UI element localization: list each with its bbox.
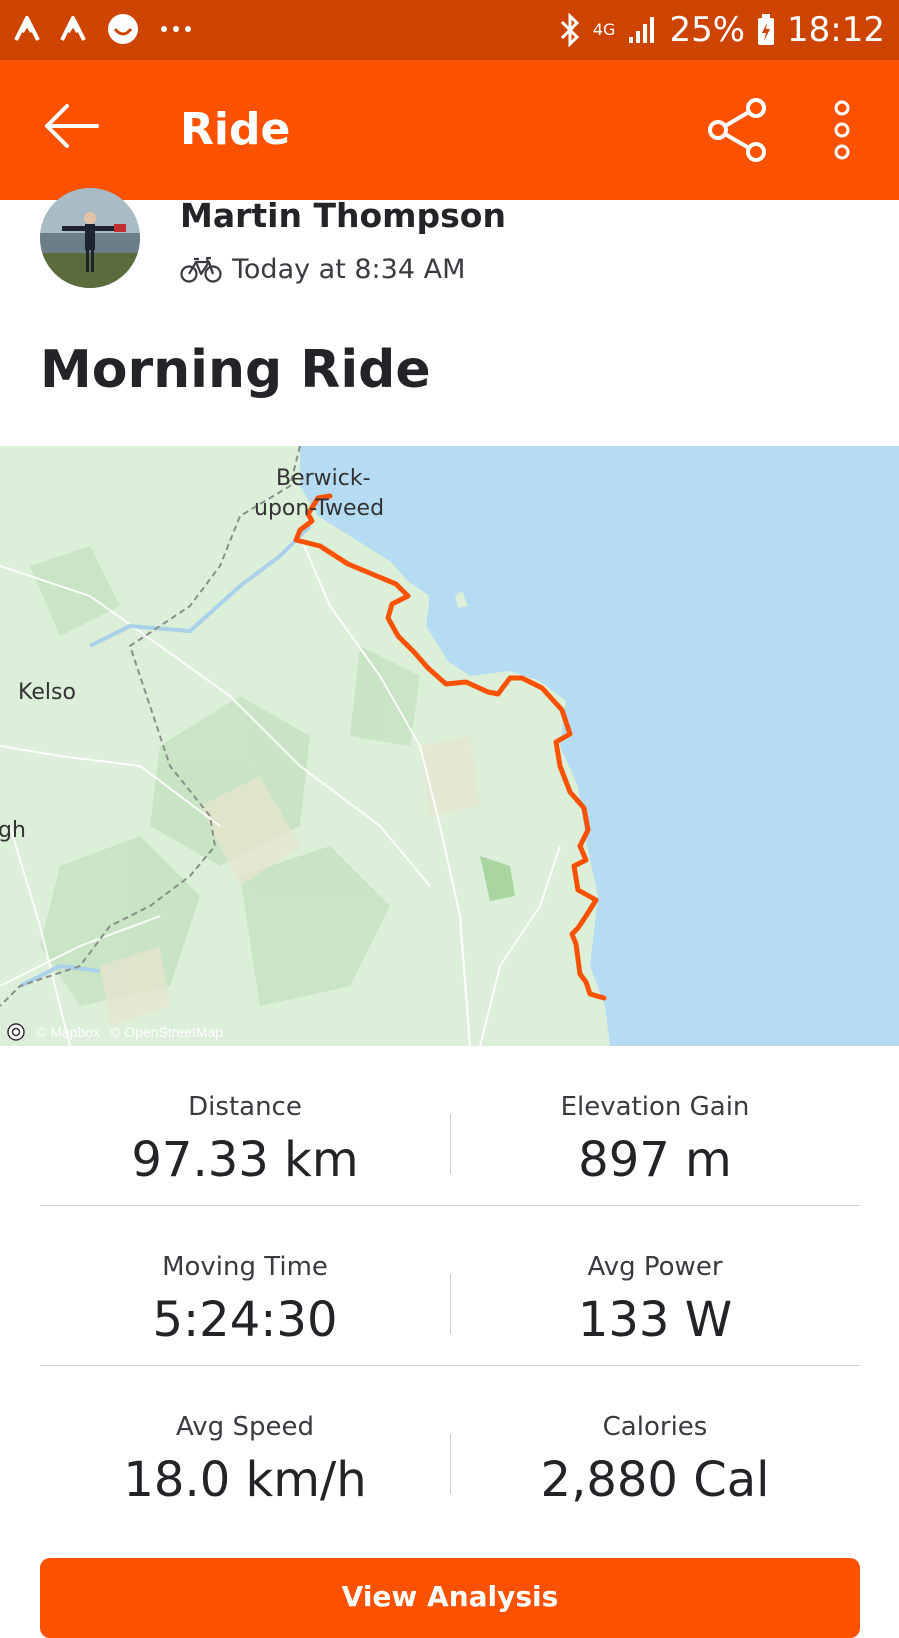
bicycle-icon [180, 256, 222, 283]
stat-moving-time: Moving Time 5:24:30 [40, 1252, 450, 1348]
mapbox-logo-icon [7, 1023, 25, 1041]
attribution-mapbox[interactable]: © Mapbox [36, 1024, 100, 1040]
stat-label: Avg Speed [176, 1412, 314, 1442]
app-bar: Ride [0, 60, 899, 200]
status-bar: 4G 25% 18:12 [0, 0, 899, 60]
stat-row: Distance 97.33 km Elevation Gain 897 m [40, 1046, 860, 1206]
share-button[interactable] [706, 98, 770, 162]
stat-value: 133 W [577, 1292, 733, 1348]
map-label-town: upon-Tweed [254, 496, 385, 521]
activity-timestamp: Today at 8:34 AM [232, 254, 466, 285]
avatar[interactable] [40, 188, 140, 288]
stat-label: Distance [188, 1092, 302, 1122]
stat-value: 2,880 Cal [540, 1452, 770, 1508]
stat-label: Avg Power [587, 1252, 723, 1282]
battery-percent: 25% [669, 10, 746, 50]
map-label-edge: gh [0, 818, 26, 843]
athlete-name[interactable]: Martin Thompson [180, 196, 506, 235]
activity-stats: Distance 97.33 km Elevation Gain 897 m M… [40, 1046, 860, 1526]
network-type: 4G [592, 20, 616, 39]
stat-elevation: Elevation Gain 897 m [450, 1092, 860, 1188]
bluetooth-icon [560, 13, 579, 47]
notification-icons [14, 12, 192, 46]
stat-avg-power: Avg Power 133 W [450, 1252, 860, 1348]
stat-value: 897 m [578, 1132, 732, 1188]
stat-value: 5:24:30 [152, 1292, 338, 1348]
strava-notification-icon [60, 16, 86, 41]
stat-row: Avg Speed 18.0 km/h Calories 2,880 Cal [40, 1366, 860, 1526]
map-label-town: Berwick- [276, 466, 371, 491]
share-icon [708, 98, 766, 162]
stat-row: Moving Time 5:24:30 Avg Power 133 W [40, 1206, 860, 1366]
view-analysis-button[interactable]: View Analysis [40, 1558, 860, 1638]
smiley-icon [108, 14, 138, 44]
stat-calories: Calories 2,880 Cal [450, 1412, 860, 1508]
stat-label: Elevation Gain [560, 1092, 750, 1122]
map-label-kelso: Kelso [18, 680, 76, 705]
stat-distance: Distance 97.33 km [40, 1092, 450, 1188]
more-options-button[interactable] [822, 98, 862, 162]
stat-label: Moving Time [162, 1252, 328, 1282]
stat-label: Calories [602, 1412, 708, 1442]
page-title: Ride [180, 104, 291, 155]
more-vertical-icon [834, 100, 850, 160]
arrow-left-icon [45, 104, 99, 148]
battery-charging-icon [758, 14, 775, 45]
map-canvas [0, 446, 899, 1046]
activity-meta: Today at 8:34 AM [180, 254, 465, 285]
more-notifications-icon [161, 26, 191, 32]
activity-title: Morning Ride [40, 340, 431, 400]
back-button[interactable] [36, 96, 106, 156]
stat-avg-speed: Avg Speed 18.0 km/h [40, 1412, 450, 1508]
map-attribution[interactable]: © Mapbox © OpenStreetMap [6, 1022, 223, 1042]
clock: 18:12 [787, 10, 885, 50]
stat-value: 18.0 km/h [123, 1452, 367, 1508]
route-map[interactable]: Berwick- upon-Tweed Kelso gh © Mapbox © … [0, 446, 899, 1046]
signal-icon [629, 17, 655, 43]
attribution-osm[interactable]: © OpenStreetMap [110, 1024, 223, 1040]
system-status: 4G 25% 18:12 [559, 10, 885, 50]
stat-value: 97.33 km [131, 1132, 359, 1188]
strava-notification-icon [14, 16, 40, 41]
